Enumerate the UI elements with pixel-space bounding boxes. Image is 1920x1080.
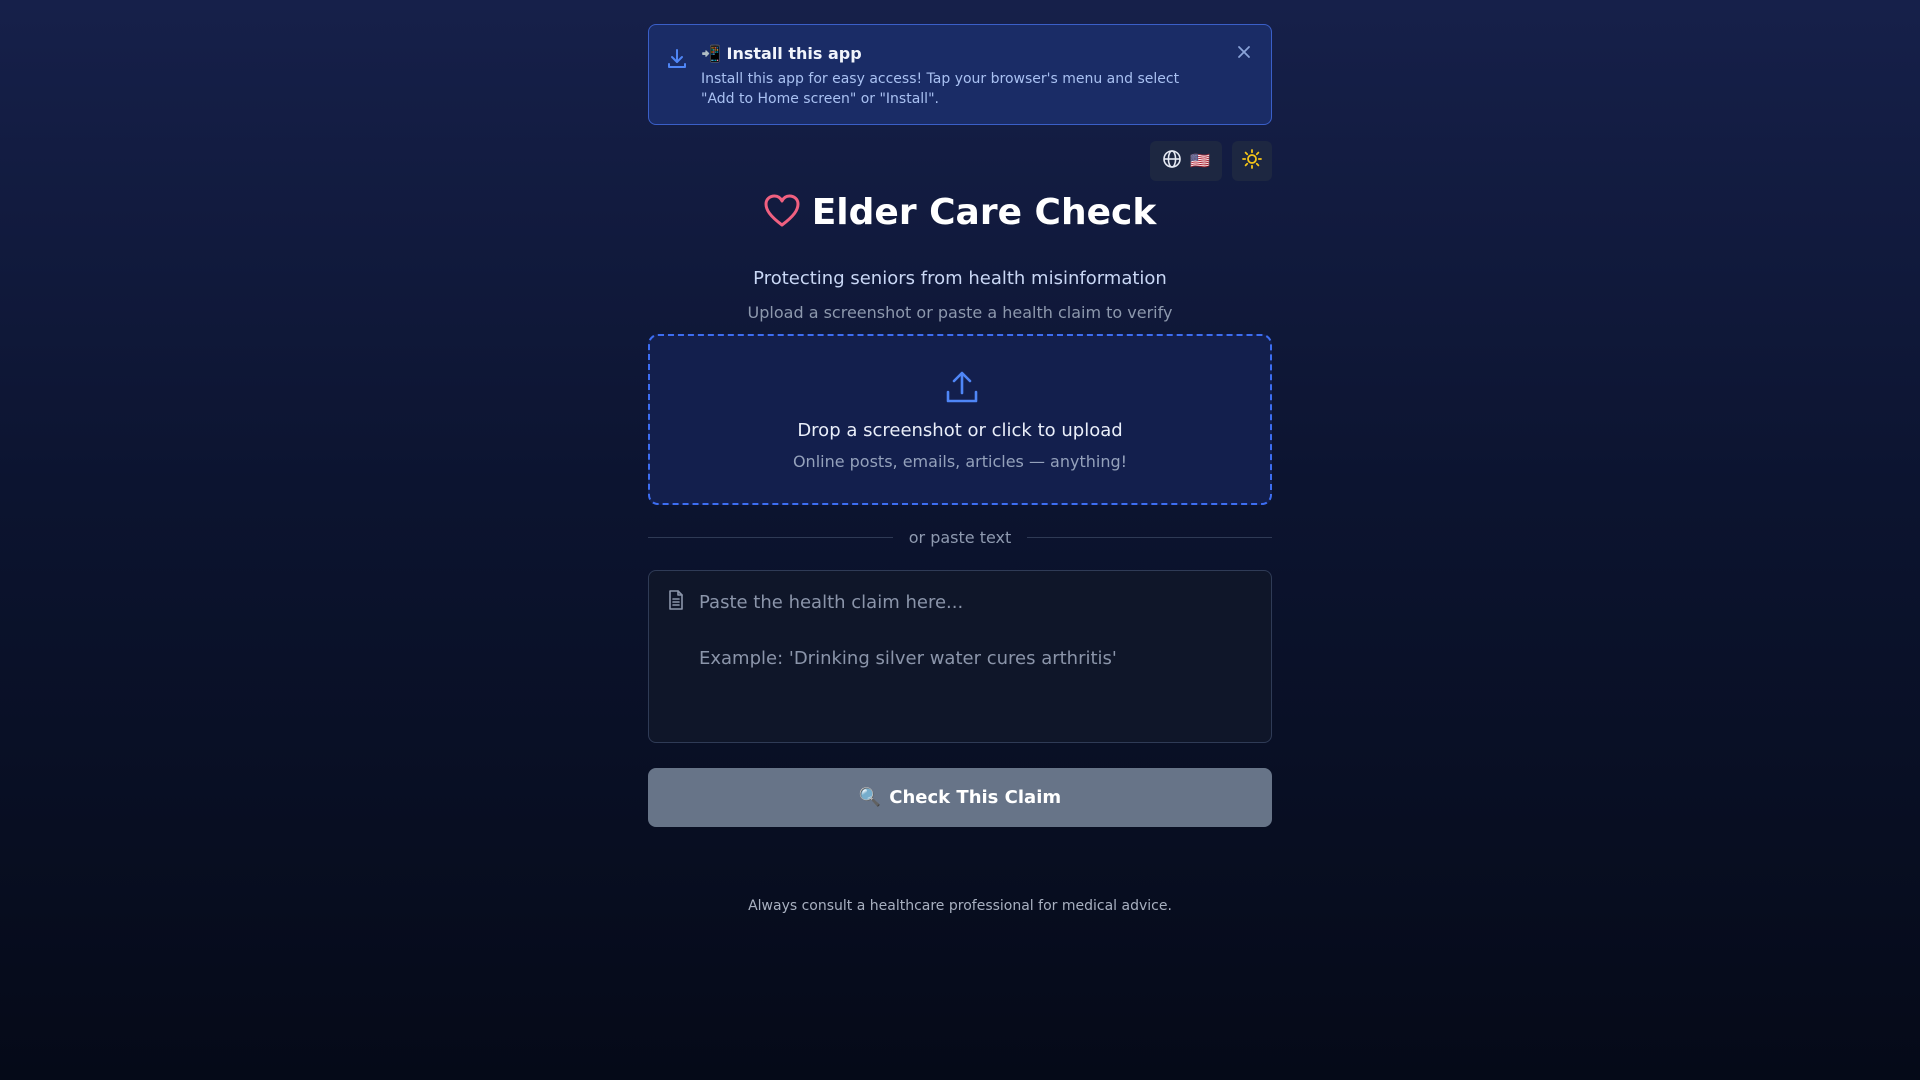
page-title-row: Elder Care Check [648,190,1272,236]
header-controls: 🇺🇸 [1150,141,1272,181]
page-subtitle: Protecting seniors from health misinform… [753,268,1167,289]
install-banner-text: Install this app for easy access! Tap yo… [701,71,1180,107]
check-claim-button[interactable]: 🔍 Check This Claim [648,768,1272,827]
download-icon [665,47,689,71]
check-claim-label: Check This Claim [889,787,1062,808]
divider-line-right [1027,537,1272,538]
close-icon[interactable] [1233,41,1255,63]
us-flag-icon: 🇺🇸 [1190,151,1210,170]
language-button[interactable]: 🇺🇸 [1150,141,1222,181]
globe-icon [1162,149,1182,173]
disclaimer-note: Always consult a healthcare professional… [748,898,1172,914]
upload-icon [945,370,979,404]
install-banner: 📲 Install this app Install this app for … [648,24,1272,125]
sun-icon [1241,148,1263,174]
magnifier-icon: 🔍 [858,787,882,808]
page-hint: Upload a screenshot or paste a health cl… [747,303,1173,322]
upload-title: Drop a screenshot or click to upload [797,420,1123,441]
claim-textarea[interactable] [699,589,1255,725]
phone-emoji-icon: 📲 [701,44,721,63]
install-banner-title-text: Install this app [726,44,862,63]
theme-toggle-button[interactable] [1232,141,1272,181]
heart-icon [764,194,800,232]
main-container: 📲 Install this app Install this app for … [648,24,1272,914]
install-banner-title: 📲 Install this app [701,43,1211,65]
page-title: Elder Care Check [811,192,1157,233]
upload-subtitle: Online posts, emails, articles — anythin… [792,452,1128,471]
upload-dropzone[interactable]: Drop a screenshot or click to upload Onl… [648,334,1272,505]
document-icon [665,589,687,611]
claim-input-container [648,570,1272,743]
divider-line-left [648,537,893,538]
divider-label: or paste text [908,528,1012,547]
or-divider: or paste text [648,528,1272,547]
